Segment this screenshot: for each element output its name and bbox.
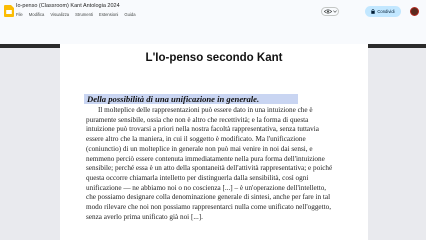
menu-guida[interactable]: Guida (124, 12, 135, 17)
body-line: puramente sensibile, ossia che non è alt… (86, 115, 309, 124)
lock-icon (371, 9, 376, 14)
body-line: (coniunctio) di un molteplice in general… (86, 144, 313, 153)
slide-canvas[interactable]: L'Io-penso secondo Kant Della possibilit… (60, 44, 368, 240)
avatar[interactable] (410, 7, 419, 16)
share-button[interactable]: Condividi (365, 6, 401, 17)
body-line: questa occorre chiamarla intelletto per … (86, 173, 309, 182)
body-line: nemmeno perciò essere contenuta immediat… (86, 154, 325, 163)
body-line: intuizione può trovarsi a priori nella n… (86, 125, 319, 134)
app-header: Io-penso (Classroom) Kant Antologia 2024… (0, 0, 426, 44)
chevron-down-icon (332, 10, 337, 13)
menu-visualizza[interactable]: Visualizza (50, 12, 69, 17)
menu-file[interactable]: File (16, 12, 23, 17)
document-title[interactable]: Io-penso (Classroom) Kant Antologia 2024 (16, 3, 120, 9)
section-heading[interactable]: Della possibilità di una unificazione in… (87, 94, 259, 104)
body-line: che possiamo designare colla denominazio… (86, 193, 331, 202)
body-line: unificazione — ne abbiamo noi o no cosci… (86, 183, 327, 192)
body-text[interactable]: Il molteplice delle rappresentazioni può… (86, 106, 348, 222)
menu-modifica[interactable]: Modifica (29, 12, 45, 17)
body-line: essere altro che la maniera, in cui il s… (86, 135, 306, 144)
menu-strumenti[interactable]: Strumenti (75, 12, 93, 17)
slides-icon[interactable] (4, 5, 14, 17)
menu-estensioni[interactable]: Estensioni (99, 12, 118, 17)
body-line: Il molteplice delle rappresentazioni può… (98, 106, 313, 114)
body-line: senza averlo prima unificato già noi [..… (86, 212, 203, 221)
view-mode-button[interactable] (321, 7, 339, 16)
eye-icon (323, 9, 332, 14)
slide-title[interactable]: L'Io-penso secondo Kant (60, 52, 368, 64)
body-line: sensibile; perché essa è un atto della s… (86, 164, 333, 173)
menu-bar: File Modifica Visualizza Strumenti Esten… (16, 12, 136, 17)
body-line: modo rilevare che noi non possiamo rappr… (86, 203, 331, 212)
share-label: Condividi (377, 9, 395, 14)
